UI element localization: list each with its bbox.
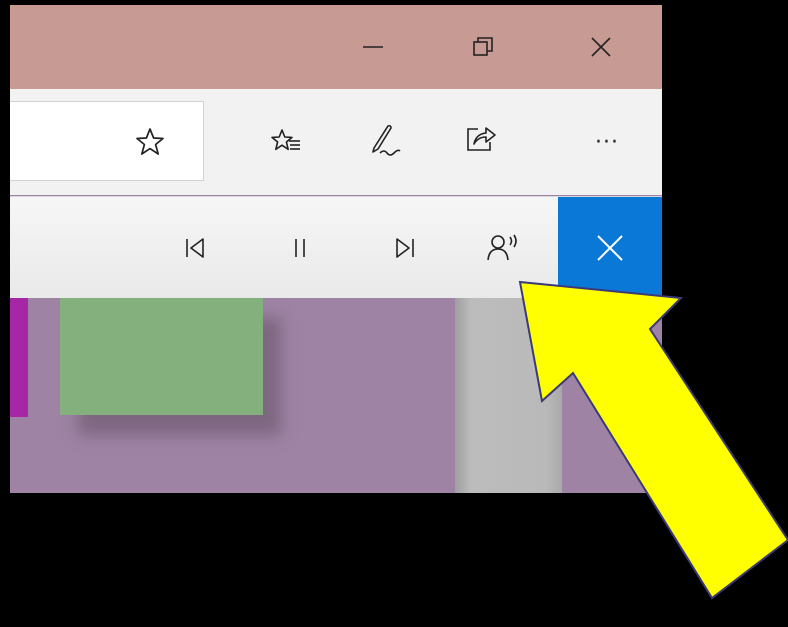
annotation-arrow bbox=[518, 280, 788, 600]
arrow-shape bbox=[518, 280, 788, 600]
